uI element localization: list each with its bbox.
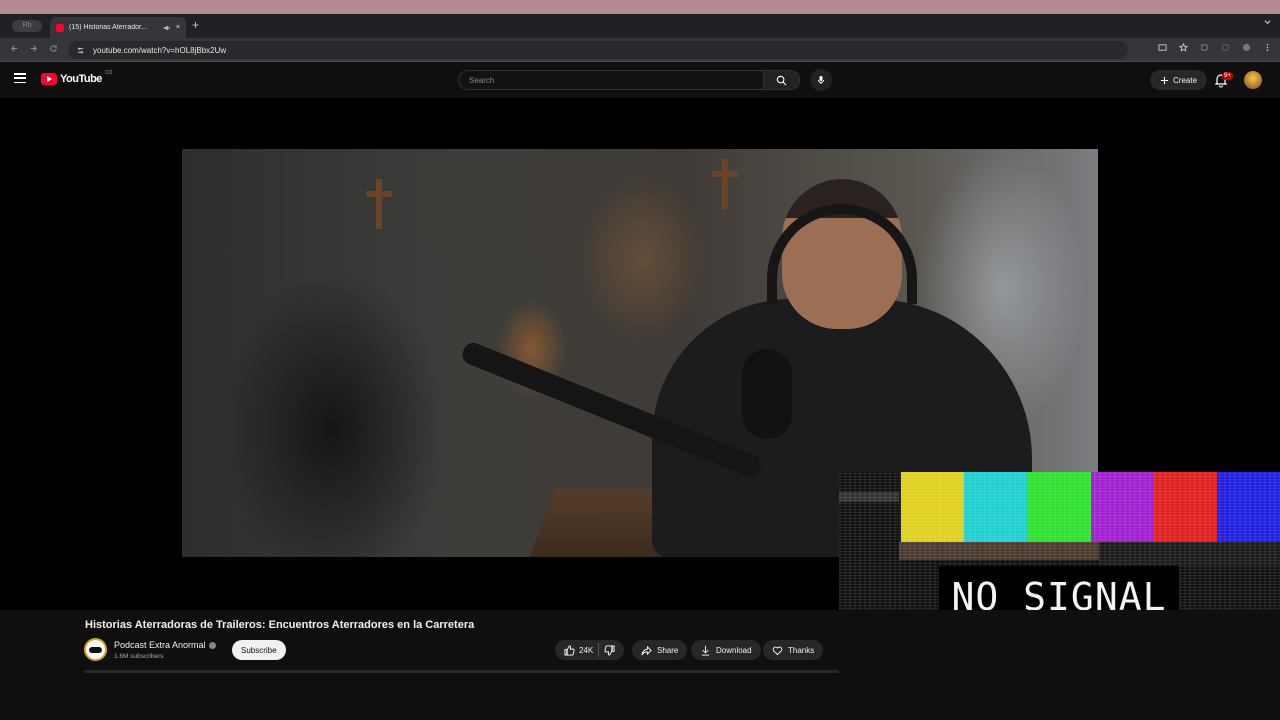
thumbs-up-icon bbox=[564, 644, 575, 656]
like-count: 24K bbox=[579, 645, 594, 655]
search-icon bbox=[776, 75, 787, 85]
browser-tab-strip: Rb (15) Historias Aterrador... × + bbox=[0, 14, 1280, 38]
notification-count-badge: 9+ bbox=[1222, 72, 1233, 80]
channel-name-text: Podcast Extra Anormal bbox=[114, 640, 206, 650]
back-arrow-icon[interactable] bbox=[10, 44, 19, 53]
thanks-heart-icon bbox=[772, 646, 783, 655]
site-settings-icon[interactable] bbox=[76, 46, 85, 55]
youtube-play-logo-icon bbox=[41, 73, 57, 85]
url-text: youtube.com/watch?v=hOL8jBbx2Uw bbox=[93, 45, 227, 55]
wall-cross-left bbox=[366, 179, 392, 229]
bookmark-star-icon[interactable] bbox=[1179, 43, 1188, 52]
speaker-icon[interactable] bbox=[163, 24, 171, 32]
youtube-favicon-icon bbox=[56, 23, 64, 32]
dislike-button[interactable] bbox=[604, 644, 615, 656]
tab-search-chevron-icon[interactable] bbox=[1263, 18, 1272, 27]
thumbs-down-icon bbox=[604, 644, 615, 656]
download-button[interactable]: Download bbox=[691, 640, 761, 660]
wall-cross-right bbox=[712, 159, 738, 209]
search-button[interactable] bbox=[764, 70, 800, 90]
share-button[interactable]: Share bbox=[632, 640, 688, 660]
logo-region-code: CO bbox=[104, 70, 113, 76]
create-label: Create bbox=[1173, 75, 1198, 85]
youtube-logo-text: YouTube bbox=[60, 73, 102, 85]
like-separator bbox=[598, 643, 600, 657]
channel-name[interactable]: Podcast Extra Anormal bbox=[114, 640, 216, 650]
download-icon bbox=[701, 645, 710, 656]
new-tab-icon[interactable]: + bbox=[192, 18, 199, 32]
thanks-button[interactable]: Thanks bbox=[763, 640, 824, 660]
create-button[interactable]: Create bbox=[1150, 70, 1208, 90]
microphone-icon bbox=[818, 76, 824, 84]
address-bar[interactable]: youtube.com/watch?v=hOL8jBbx2Uw bbox=[68, 41, 1128, 59]
voice-search-button[interactable] bbox=[810, 69, 832, 91]
video-title: Historias Aterradoras de Traileros: Encu… bbox=[85, 619, 475, 631]
share-arrow-icon bbox=[641, 645, 652, 655]
subscriber-count: 1.6M subscribers bbox=[114, 653, 164, 660]
video-info: Historias Aterradoras de Traileros: Encu… bbox=[0, 610, 1280, 720]
content-divider bbox=[84, 670, 839, 673]
share-label: Share bbox=[657, 645, 679, 655]
extension-2-icon[interactable] bbox=[1221, 43, 1230, 52]
menu-hamburger-icon[interactable] bbox=[14, 73, 26, 83]
like-button[interactable]: 24K bbox=[564, 644, 594, 656]
verified-check-icon bbox=[208, 641, 216, 649]
search-input[interactable] bbox=[458, 70, 764, 90]
browser-toolbar: youtube.com/watch?v=hOL8jBbx2Uw bbox=[0, 38, 1280, 62]
macos-menu-bar bbox=[0, 0, 1280, 14]
extensions-icon[interactable] bbox=[1200, 43, 1209, 52]
like-dislike-group: 24K bbox=[555, 640, 625, 660]
subscribe-button[interactable]: Subscribe bbox=[232, 640, 286, 660]
tab-title: (15) Historias Aterrador... bbox=[69, 24, 147, 31]
account-avatar[interactable] bbox=[1244, 71, 1262, 89]
tab-group-pill[interactable]: Rb bbox=[12, 20, 42, 32]
search-bar bbox=[458, 70, 800, 90]
download-label: Download bbox=[716, 645, 752, 655]
tab-close-icon[interactable]: × bbox=[176, 24, 180, 31]
channel-avatar[interactable] bbox=[84, 638, 107, 661]
youtube-logo[interactable]: YouTube CO bbox=[41, 70, 113, 85]
forward-arrow-icon[interactable] bbox=[29, 44, 38, 53]
browser-tab-active[interactable]: (15) Historias Aterrador... × bbox=[50, 17, 186, 38]
plus-icon bbox=[1160, 76, 1169, 84]
podcast-microphone bbox=[742, 349, 792, 439]
cast-icon[interactable] bbox=[1158, 43, 1167, 52]
reload-icon[interactable] bbox=[49, 44, 58, 53]
thanks-label: Thanks bbox=[788, 645, 815, 655]
profile-icon[interactable] bbox=[1242, 43, 1251, 52]
youtube-header: YouTube CO Create bbox=[0, 62, 1280, 98]
browser-menu-icon[interactable] bbox=[1263, 43, 1272, 52]
